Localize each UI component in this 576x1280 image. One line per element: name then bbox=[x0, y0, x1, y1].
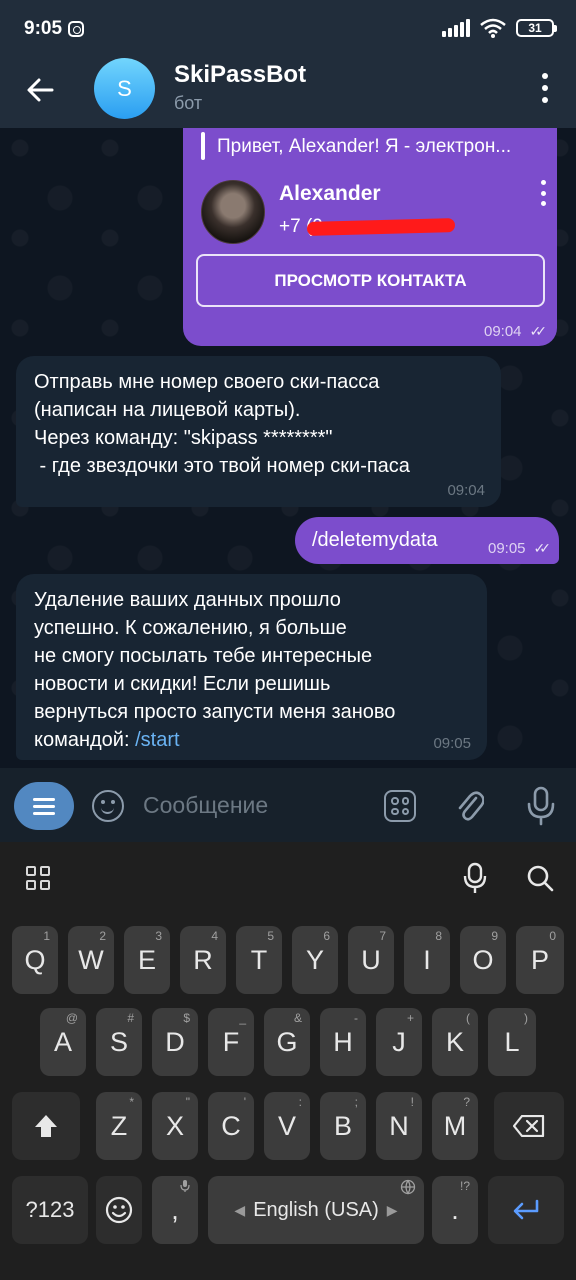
keyboard: 1Q 2W 3E 4R 5T 6Y 7U 8I 9O 0P @ A # S $ D _… bbox=[0, 842, 576, 1280]
more-options-icon[interactable] bbox=[540, 73, 550, 103]
key-v[interactable]: :V bbox=[264, 1092, 310, 1160]
message-input[interactable]: Сообщение bbox=[143, 792, 268, 819]
key-t[interactable]: 5T bbox=[236, 926, 282, 994]
mic-hint-icon bbox=[180, 1179, 190, 1196]
key-y[interactable]: 6Y bbox=[292, 926, 338, 994]
instagram-notification-icon bbox=[68, 21, 85, 37]
space-language-label: English (USA) bbox=[253, 1198, 379, 1221]
contact-name: Alexander bbox=[279, 182, 381, 205]
shift-icon bbox=[35, 1115, 57, 1137]
key-g[interactable]: & G bbox=[264, 1008, 310, 1076]
backspace-icon bbox=[513, 1115, 545, 1137]
read-checkmarks-icon: ✓✓ bbox=[529, 323, 548, 339]
key-o[interactable]: 9O bbox=[460, 926, 506, 994]
status-bar: 9:05 31 bbox=[0, 0, 576, 58]
outgoing-message[interactable]: /deletemydata 09:05 ✓✓ bbox=[295, 517, 559, 564]
bot-avatar[interactable]: S bbox=[94, 58, 155, 119]
message-time: 09:04 bbox=[447, 482, 485, 499]
message-time: 09:05 bbox=[487, 540, 526, 557]
next-language-icon: ▶ bbox=[386, 1201, 398, 1218]
keyboard-toolbar bbox=[0, 842, 576, 912]
key-i[interactable]: 8I bbox=[404, 926, 450, 994]
battery-level: 31 bbox=[528, 21, 542, 35]
chat-header: S SkiPassBot бот bbox=[0, 58, 576, 128]
symbols-key[interactable]: ?123 bbox=[12, 1176, 88, 1244]
key-s[interactable]: # S bbox=[96, 1008, 142, 1076]
bot-menu-button[interactable] bbox=[14, 782, 74, 830]
bot-keyboard-icon[interactable] bbox=[384, 790, 416, 822]
space-key[interactable]: ◀ English (USA) ▶ bbox=[208, 1176, 424, 1244]
contact-message[interactable]: Привет, Alexander! Я - электрон... Alexa… bbox=[183, 128, 557, 346]
message-meta: 09:04 ✓✓ bbox=[483, 323, 548, 340]
message-body: Удаление ваших данных прошло успешно. К … bbox=[34, 589, 396, 751]
key-w[interactable]: 2W bbox=[68, 926, 114, 994]
incoming-message[interactable]: Отправь мне номер своего ски-пасса (напи… bbox=[16, 356, 501, 507]
period-key[interactable]: !?. bbox=[432, 1176, 478, 1244]
battery-icon: 31 bbox=[516, 19, 557, 37]
key-e[interactable]: 3E bbox=[124, 926, 170, 994]
shift-key[interactable] bbox=[12, 1092, 80, 1160]
prev-language-icon: ◀ bbox=[234, 1201, 246, 1218]
key-d[interactable]: $ D bbox=[152, 1008, 198, 1076]
key-z[interactable]: * Z bbox=[96, 1092, 142, 1160]
key-c[interactable]: ' C bbox=[208, 1092, 254, 1160]
message-time: 09:04 bbox=[483, 323, 522, 340]
key-a[interactable]: @ A bbox=[40, 1008, 86, 1076]
key-n[interactable]: ! N bbox=[376, 1092, 422, 1160]
key-x[interactable]: " X bbox=[152, 1092, 198, 1160]
apps-grid-icon[interactable] bbox=[26, 866, 50, 890]
redaction-mark bbox=[306, 218, 456, 236]
globe-icon bbox=[400, 1179, 416, 1198]
emoji-face-icon bbox=[105, 1196, 133, 1224]
incoming-message[interactable]: Удаление ваших данных прошло успешно. К … bbox=[16, 574, 487, 760]
key-u[interactable]: 7U bbox=[348, 926, 394, 994]
message-meta: 09:04 bbox=[447, 482, 485, 499]
key-r[interactable]: 4R bbox=[180, 926, 226, 994]
comma-key[interactable]: , bbox=[152, 1176, 198, 1244]
key-m[interactable]: ? M bbox=[432, 1092, 478, 1160]
key-q[interactable]: 1Q bbox=[12, 926, 58, 994]
message-composer: Сообщение bbox=[0, 768, 576, 842]
enter-key[interactable] bbox=[488, 1176, 564, 1244]
contact-avatar[interactable] bbox=[201, 180, 265, 244]
key-f[interactable]: _ F bbox=[208, 1008, 254, 1076]
wifi-icon bbox=[480, 18, 506, 38]
message-text: Удаление ваших данных прошло успешно. К … bbox=[34, 586, 395, 754]
message-list[interactable]: Привет, Alexander! Я - электрон... Alexa… bbox=[0, 128, 576, 768]
key-l[interactable]: ) L bbox=[488, 1008, 536, 1076]
chat-subtitle: бот bbox=[174, 93, 203, 113]
emoji-key[interactable] bbox=[96, 1176, 142, 1244]
message-time: 09:05 bbox=[433, 735, 471, 752]
message-meta: 09:05 ✓✓ bbox=[487, 540, 552, 557]
view-contact-button[interactable]: ПРОСМОТР КОНТАКТА bbox=[196, 254, 545, 307]
message-text: Отправь мне номер своего ски-пасса (напи… bbox=[34, 371, 410, 477]
key-k[interactable]: (K bbox=[432, 1008, 478, 1076]
contact-menu-icon[interactable] bbox=[539, 180, 547, 206]
status-time: 9:05 bbox=[24, 18, 63, 39]
key-h[interactable]: -H bbox=[320, 1008, 366, 1076]
emoji-icon[interactable] bbox=[92, 790, 124, 822]
signal-icon bbox=[442, 19, 470, 37]
enter-icon bbox=[513, 1199, 539, 1220]
chat-title[interactable]: SkiPassBot bbox=[174, 61, 306, 89]
back-arrow-icon[interactable] bbox=[24, 74, 56, 106]
backspace-key[interactable] bbox=[494, 1092, 564, 1160]
search-icon[interactable] bbox=[526, 864, 554, 892]
start-command-link[interactable]: /start bbox=[135, 729, 179, 751]
reply-preview[interactable]: Привет, Alexander! Я - электрон... bbox=[217, 136, 547, 158]
reply-indicator bbox=[201, 132, 205, 160]
message-text: /deletemydata bbox=[312, 529, 438, 551]
read-checkmarks-icon: ✓✓ bbox=[533, 540, 552, 556]
key-j[interactable]: + J bbox=[376, 1008, 422, 1076]
microphone-icon[interactable] bbox=[526, 786, 556, 826]
key-b[interactable]: ; B bbox=[320, 1092, 366, 1160]
key-p[interactable]: 0P bbox=[516, 926, 564, 994]
voice-input-icon[interactable] bbox=[463, 862, 487, 894]
message-meta: 09:05 bbox=[433, 735, 471, 752]
attach-icon[interactable] bbox=[456, 788, 484, 824]
